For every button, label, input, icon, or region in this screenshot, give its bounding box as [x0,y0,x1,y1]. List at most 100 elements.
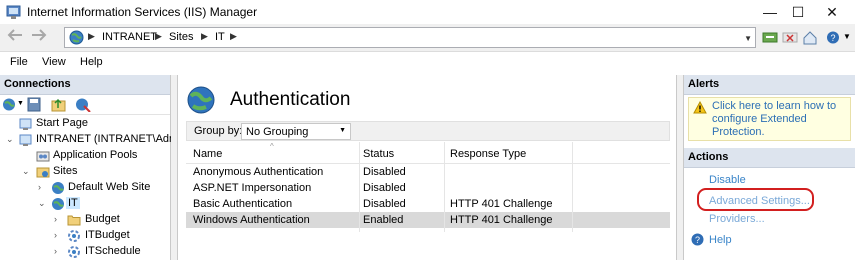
cell-status: Enabled [363,214,404,226]
column-divider[interactable] [444,142,445,232]
connections-panel: Connections ▼ Start Page ⌄ INTRANET (INT… [0,75,181,260]
svg-text:?: ? [830,33,835,43]
globe-icon [52,182,64,194]
tree-item-label: ITSchedule [85,245,141,257]
forward-button[interactable] [28,28,50,48]
breadcrumb-sites[interactable]: Sites [169,31,193,43]
address-dropdown-icon[interactable]: ▼ [744,34,752,43]
menu-help[interactable]: Help [80,56,103,68]
tree-item-budget[interactable]: › Budget [0,212,171,228]
application-icon [68,230,80,242]
cell-name: Windows Authentication [193,214,310,226]
expand-chevron-icon[interactable]: › [54,214,57,224]
action-disable[interactable]: Disable [709,174,746,186]
save-icon[interactable] [27,97,41,112]
address-toolbar: ▶ INTRANET ▶ Sites ▶ IT ▶ ▼ ? ▼ [0,24,855,52]
app-pools-icon [36,151,50,162]
column-header-status[interactable]: Status [363,148,394,160]
actions-header: Actions [684,148,855,168]
breadcrumb-separator: ▶ [230,31,237,41]
cell-status: Disabled [363,182,406,194]
column-divider[interactable] [359,142,360,232]
folder-icon [67,215,81,226]
home-icon[interactable] [802,30,818,45]
globe-icon [52,198,64,210]
authentication-table: ^ Name Status Response Type Anonymous Au… [186,142,670,228]
menu-file[interactable]: File [10,56,28,68]
tree-item-label: IT [66,197,80,209]
warning-icon [693,101,707,114]
cell-status: Disabled [363,198,406,210]
tree-item-itbudget[interactable]: › ITBudget [0,228,171,244]
svg-text:?: ? [695,235,700,245]
connections-header: Connections [0,75,170,95]
collapse-chevron-icon[interactable]: ⌄ [38,198,46,209]
column-divider[interactable] [572,142,573,232]
table-header: ^ Name Status Response Type [186,142,670,164]
tree-item-label: Budget [85,213,120,225]
tree-item-server[interactable]: ⌄ INTRANET (INTRANET\Admi [0,132,181,148]
tree-item-itschedule[interactable]: › ITSchedule [0,244,171,260]
server-icon [19,134,32,146]
forward-arrow-icon [32,29,47,41]
application-icon [68,246,80,258]
globe-icon [69,30,84,45]
tree-item-application-pools[interactable]: Application Pools [0,148,171,164]
close-button[interactable]: ✕ [809,0,855,24]
table-row-selected[interactable]: Windows Authentication Enabled HTTP 401 … [186,212,670,228]
start-page-icon [19,118,32,130]
cell-response-type: HTTP 401 Challenge [450,198,553,210]
iis-app-icon [6,5,21,19]
back-arrow-icon [7,29,22,41]
table-row[interactable]: ASP.NET Impersonation Disabled [186,180,670,196]
up-level-icon[interactable] [51,97,67,112]
expand-chevron-icon[interactable]: › [38,182,41,192]
group-by-select[interactable]: No Grouping ▼ [241,123,351,140]
tree-item-sites[interactable]: ⌄ Sites [0,164,171,180]
table-row[interactable]: Basic Authentication Disabled HTTP 401 C… [186,196,670,212]
alert-link[interactable]: Click here to learn how to configure Ext… [712,100,848,139]
help-menu-dropdown-icon[interactable]: ▼ [843,32,851,41]
tree-item-label: Start Page [36,117,88,129]
connect-globe-icon[interactable] [2,97,18,112]
sites-folder-icon [36,167,50,178]
stop-icon[interactable] [782,30,798,45]
table-row[interactable]: Anonymous Authentication Disabled [186,164,670,180]
action-help[interactable]: Help [709,234,732,246]
breadcrumb-separator: ▶ [201,31,208,41]
cell-name: ASP.NET Impersonation [193,182,312,194]
group-by-value: No Grouping [246,126,309,138]
page-title: Authentication [230,89,351,110]
column-header-response-type[interactable]: Response Type [450,148,526,160]
breadcrumb-intranet[interactable]: INTRANET [102,31,157,43]
tree-item-it[interactable]: ⌄ IT [0,196,171,212]
highlight-annotation [697,188,814,211]
expand-chevron-icon[interactable]: › [54,246,57,256]
breadcrumb-it[interactable]: IT [215,31,225,43]
menu-view[interactable]: View [42,56,66,68]
action-providers[interactable]: Providers... [709,213,765,225]
back-button[interactable] [4,28,26,48]
help-menu-icon[interactable]: ? [826,30,842,45]
help-icon: ? [691,233,704,246]
tree-item-label: Application Pools [53,149,138,161]
disconnect-icon[interactable] [75,97,91,112]
authentication-panel: Authentication Group by: No Grouping ▼ ^… [177,75,677,260]
expand-chevron-icon[interactable]: › [54,230,57,240]
alert-message-box[interactable]: Click here to learn how to configure Ext… [688,97,851,141]
sort-indicator-icon: ^ [270,142,274,151]
connections-toolbar: ▼ [0,95,170,115]
address-field[interactable]: ▶ INTRANET ▶ Sites ▶ IT ▶ ▼ [64,27,756,48]
menu-bar: File View Help [0,53,855,73]
cell-status: Disabled [363,166,406,178]
collapse-chevron-icon[interactable]: ⌄ [22,166,30,177]
alerts-header: Alerts [684,75,855,95]
collapse-chevron-icon[interactable]: ⌄ [6,134,14,145]
title-bar: Internet Information Services (IIS) Mana… [0,0,855,24]
connect-icon[interactable] [762,30,778,45]
tree-item-start-page[interactable]: Start Page [0,116,171,132]
column-header-name[interactable]: Name [193,148,222,160]
tree-item-label: ITBudget [85,229,130,241]
tree-item-default-web-site[interactable]: › Default Web Site [0,180,171,196]
connect-dropdown-icon[interactable]: ▼ [17,100,24,107]
